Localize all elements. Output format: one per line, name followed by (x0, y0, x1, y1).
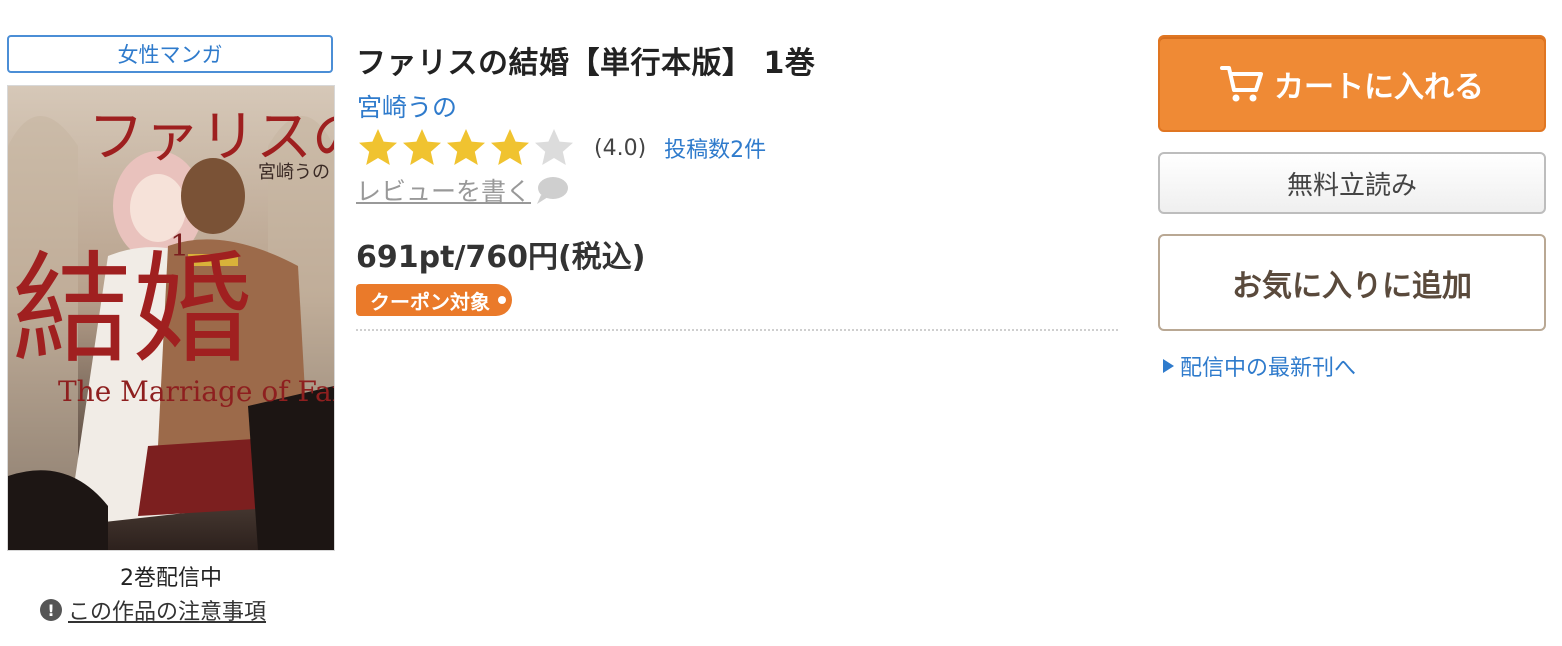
write-review-link[interactable]: レビューを書く (356, 172, 569, 208)
add-to-cart-label: カートに入れる (1274, 69, 1484, 105)
star-filled-icon (359, 129, 397, 165)
star-rating (356, 126, 576, 170)
star-filled-icon (491, 129, 529, 165)
review-count-link[interactable]: 投稿数2件 (664, 132, 766, 164)
add-to-favorites-button[interactable]: お気に入りに追加 (1158, 234, 1546, 331)
cover-author: 宮崎うの (258, 162, 330, 183)
star-filled-icon (447, 129, 485, 165)
add-to-cart-button[interactable]: カートに入れる (1158, 35, 1546, 132)
triangle-right-icon (1163, 359, 1174, 373)
caution-link[interactable]: この作品の注意事項 (68, 594, 266, 626)
free-preview-label: 無料立読み (1286, 170, 1417, 201)
genre-badge[interactable]: 女性マンガ (7, 35, 333, 73)
add-to-favorites-label: お気に入りに追加 (1232, 268, 1472, 304)
cover-title-top: ファリスの (88, 105, 334, 170)
cover-illustration: ファリスの 結婚 宮崎うの 1 The Marriage of Faris (8, 86, 334, 550)
exclamation-icon: ! (40, 599, 62, 621)
divider (356, 329, 1118, 331)
coupon-badge: クーポン対象 (356, 284, 512, 316)
rating-row: (4.0) 投稿数2件 (356, 126, 766, 170)
free-preview-button[interactable]: 無料立読み (1158, 152, 1546, 214)
price: 691pt/760円(税込) (356, 240, 646, 275)
cart-icon (1220, 65, 1263, 101)
latest-volume-label: 配信中の最新刊へ (1180, 356, 1357, 381)
volumes-available-label: 2巻配信中 (120, 566, 222, 591)
latest-volume-link[interactable]: 配信中の最新刊へ (1163, 350, 1356, 382)
star-empty-icon (535, 129, 573, 165)
cover-title-bottom-text: 結婚 (12, 241, 252, 380)
cover-subtitle: The Marriage of Faris (58, 375, 334, 408)
star-filled-icon (403, 129, 441, 165)
book-title: ファリスの結婚【単行本版】 1巻 (356, 46, 816, 81)
cover-title-bottom: 結婚 (12, 241, 252, 380)
rating-value: (4.0) (594, 135, 647, 161)
cover-volume-mark: 1 (170, 229, 189, 264)
speech-bubble-icon (537, 177, 569, 204)
book-cover-image[interactable]: ファリスの 結婚 宮崎うの 1 The Marriage of Faris (7, 85, 335, 551)
author-link[interactable]: 宮崎うの (357, 88, 457, 124)
write-review-label: レビューを書く (356, 177, 532, 206)
caution-notice[interactable]: ! この作品の注意事項 (40, 594, 266, 626)
